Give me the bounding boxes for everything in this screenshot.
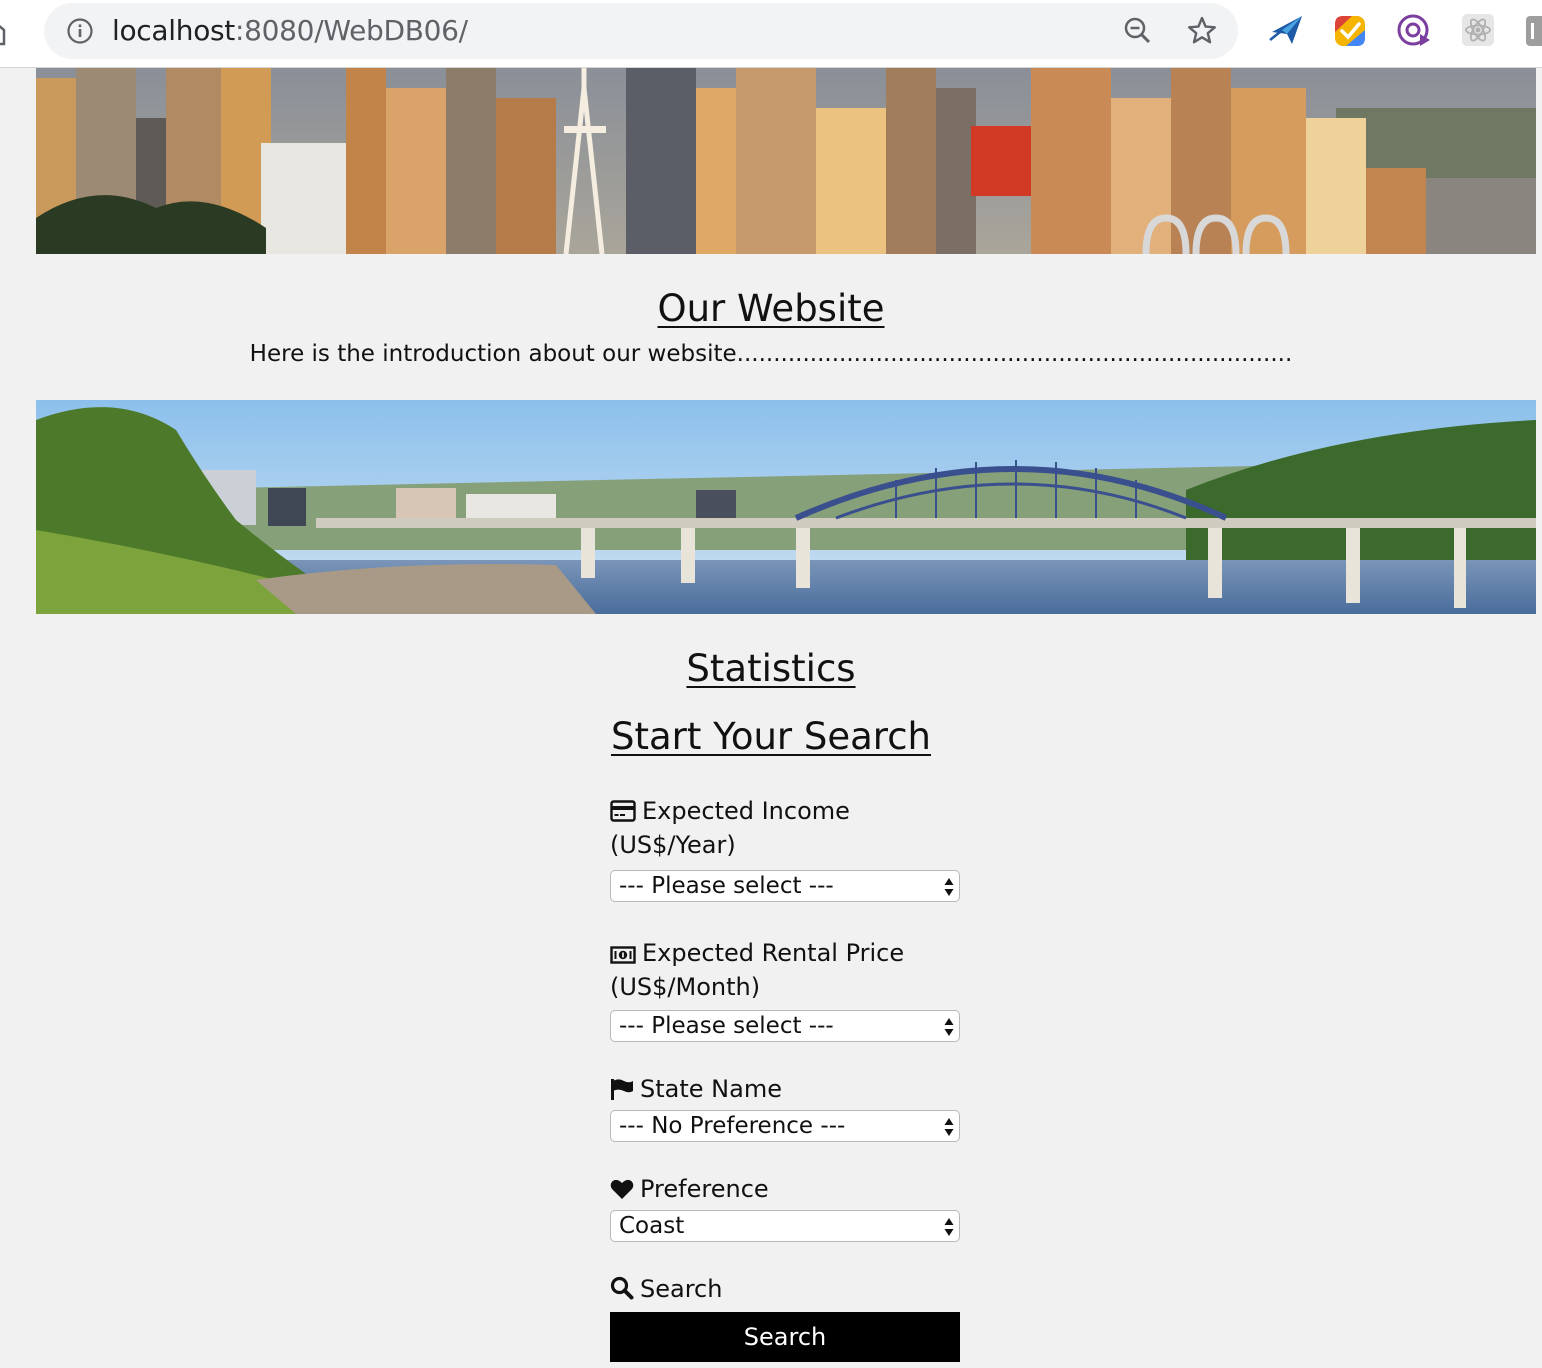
address-bar[interactable]: localhost:8080/WebDB06/ [44,3,1238,59]
search-title-text: Start Your Search [610,715,931,758]
state-select-value: --- No Preference --- [619,1113,846,1139]
credit-card-icon [610,800,636,822]
preference-label: Preference [610,1172,962,1206]
url-path: :8080/WebDB06/ [235,14,468,47]
heart-icon [610,1179,634,1199]
search-label: Search [610,1272,962,1306]
rental-select[interactable]: --- Please select --- [610,1010,960,1042]
income-label-unit: (US$/Year) [610,831,736,859]
income-label: Expected Income [610,794,962,828]
rental-label-unit: (US$/Month) [610,973,761,1001]
preference-label-text: Preference [640,1175,769,1203]
statistics-title: Statistics [0,647,1542,691]
url-text[interactable]: localhost:8080/WebDB06/ [112,13,468,49]
money-bill-icon [610,946,636,964]
bookmark-star-icon[interactable] [1186,15,1218,47]
bridge-river-banner [36,400,1536,614]
search-form: Expected Income (US$/Year) --- Please se… [610,794,962,1362]
statistics-link[interactable]: Statistics [686,647,855,690]
state-label: State Name [610,1072,962,1106]
preference-select[interactable]: Coast [610,1210,960,1242]
state-select[interactable]: --- No Preference --- [610,1110,960,1142]
income-label-text: Expected Income [642,797,850,825]
intro-title: Our Website [0,287,1542,331]
bird-extension-icon[interactable] [1268,10,1304,50]
income-select[interactable]: --- Please select --- [610,870,960,902]
preference-select-value: Coast [619,1213,685,1239]
intro-text: Here is the introduction about our websi… [249,341,1293,367]
search-title: Start Your Search [0,715,1542,759]
intro-title-text: Our Website [657,287,885,330]
extension-icon[interactable] [1524,10,1542,50]
state-label-text: State Name [640,1075,782,1103]
home-icon[interactable] [0,14,16,46]
react-extension-icon[interactable] [1460,10,1496,50]
select-arrows-icon [944,1018,954,1036]
flag-icon [611,1079,633,1100]
select-arrows-icon [944,1118,954,1136]
rental-label-text: Expected Rental Price [642,939,905,967]
rental-label: Expected Rental Price [610,936,962,970]
media-extension-icon[interactable] [1396,10,1432,50]
zoom-out-icon[interactable] [1122,15,1154,47]
url-host: localhost [112,14,235,47]
search-icon [610,1276,634,1300]
rental-select-value: --- Please select --- [619,1013,834,1039]
select-arrows-icon [944,878,954,896]
info-icon[interactable] [66,17,94,45]
city-skyline-banner [36,68,1536,254]
income-select-value: --- Please select --- [619,873,834,899]
search-label-text: Search [640,1275,723,1303]
check-extension-icon[interactable] [1332,10,1368,50]
browser-toolbar: localhost:8080/WebDB06/ [0,0,1542,68]
search-button[interactable]: Search [610,1312,960,1362]
select-arrows-icon [944,1218,954,1236]
